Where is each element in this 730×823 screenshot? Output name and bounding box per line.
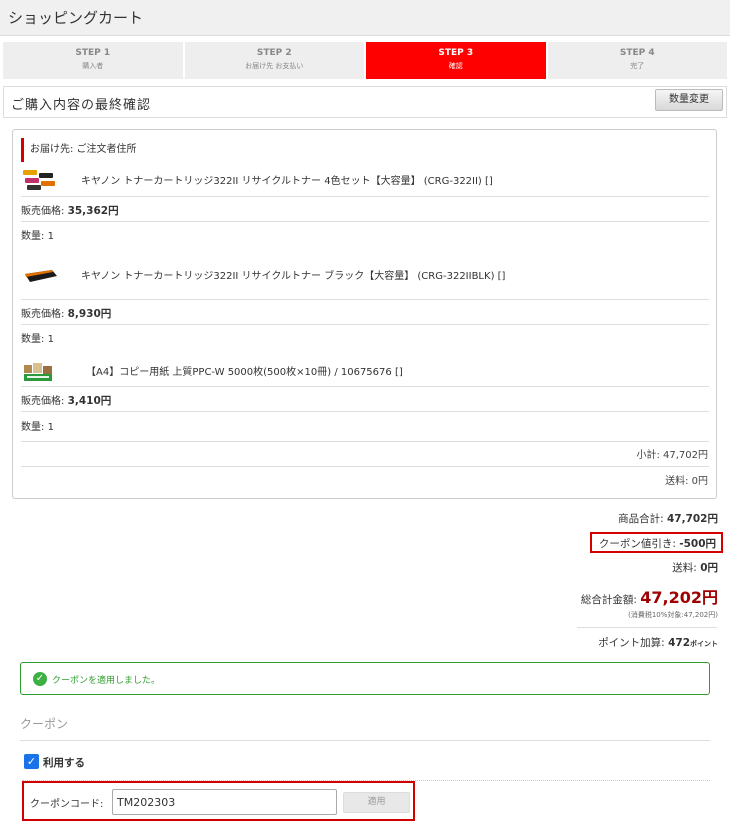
- check-circle-icon: ✓: [33, 672, 47, 686]
- final-confirmation-bar: ご購入内容の最終確認 数量変更: [3, 86, 727, 118]
- coupon-discount-row: クーポン値引き: -500円: [599, 536, 716, 551]
- page-header: ショッピングカート: [0, 0, 730, 36]
- grand-total-label: 総合計金額:: [580, 594, 637, 606]
- price-row: 販売価格: 35,362円: [21, 202, 119, 218]
- coupon-code-highlight: クーポンコード: 適用: [22, 781, 415, 821]
- qty-value: 1: [47, 231, 54, 242]
- divider: [21, 386, 709, 387]
- ship-to-label: お届け先: ご注文者住所: [21, 138, 137, 162]
- cart-shipping: 送料: 0円: [665, 476, 708, 487]
- use-coupon-checkbox[interactable]: ✓: [24, 754, 39, 769]
- qty-row: 数量: 1: [21, 227, 54, 242]
- divider: [21, 466, 709, 467]
- coupon-discount-label: クーポン値引き:: [598, 538, 676, 550]
- qty-label: 数量:: [21, 422, 45, 433]
- price-value: 35,362円: [67, 205, 119, 217]
- product-name-link[interactable]: キヤノン トナーカートリッジ322II リサイクルトナー 4色セット【大容量】 …: [81, 172, 493, 187]
- success-message: クーポンを適用しました。: [52, 676, 161, 686]
- goods-total-row: 商品合計: 47,702円: [618, 511, 718, 526]
- shipping-value: 0円: [700, 562, 718, 574]
- price-label: 販売価格:: [21, 309, 65, 320]
- qty-value: 1: [47, 422, 54, 433]
- price-row: 販売価格: 8,930円: [21, 305, 111, 321]
- price-value: 8,930円: [67, 308, 112, 320]
- qty-label: 数量:: [21, 231, 45, 242]
- divider: [21, 299, 709, 300]
- points-unit: ポイント: [690, 640, 718, 648]
- points-row: ポイント加算: 472ポイント: [598, 635, 718, 650]
- goods-total-value: 47,702円: [666, 513, 718, 525]
- price-label: 販売価格:: [21, 396, 65, 407]
- price-value: 3,410円: [67, 395, 112, 407]
- divider: [20, 740, 710, 741]
- qty-value: 1: [47, 334, 54, 345]
- toner-black-image: [24, 268, 58, 284]
- step-label: 購入者: [82, 62, 104, 70]
- coupon-success-alert: ✓ クーポンを適用しました。: [20, 662, 710, 695]
- divider: [21, 411, 709, 412]
- coupon-code-label: クーポンコード:: [30, 799, 104, 810]
- price-row: 販売価格: 3,410円: [21, 392, 111, 408]
- step-3-active: STEP 3 確認: [366, 42, 546, 79]
- toner-set-image: [23, 170, 55, 190]
- points-label: ポイント加算:: [598, 637, 665, 649]
- grand-total-row: 総合計金額: 47,202円: [581, 584, 718, 608]
- divider: [21, 441, 709, 442]
- subtotal: 小計: 47,702円: [636, 450, 708, 461]
- qty-row: 数量: 1: [21, 418, 54, 433]
- tax-note: (消費税10%対象:47,202円): [628, 611, 718, 619]
- step-2: STEP 2 お届け先 お支払い: [184, 42, 364, 79]
- page-title: ショッピングカート: [8, 9, 144, 27]
- divider: [21, 221, 709, 222]
- step-4: STEP 4 完了: [547, 42, 727, 79]
- grand-total-value: 47,202円: [640, 588, 718, 607]
- step-number: STEP 1: [75, 48, 111, 58]
- apply-coupon-button[interactable]: 適用: [343, 792, 410, 813]
- step-label: 完了: [630, 62, 645, 70]
- step-number: STEP 4: [619, 48, 655, 58]
- points-value: 472: [668, 637, 690, 649]
- step-1: STEP 1 購入者: [3, 42, 183, 79]
- step-label: 確認: [448, 62, 463, 70]
- qty-row: 数量: 1: [21, 330, 54, 345]
- product-name-link[interactable]: 【A4】コピー用紙 上質PPC-W 5000枚(500枚×10冊) / 1067…: [86, 363, 403, 378]
- shipping-label: 送料:: [672, 562, 697, 574]
- step-number: STEP 2: [256, 48, 292, 58]
- divider: [577, 627, 717, 628]
- section-title: ご購入内容の最終確認: [11, 98, 152, 113]
- step-label: お届け先 お支払い: [245, 62, 304, 70]
- product-name-link[interactable]: キヤノン トナーカートリッジ322II リサイクルトナー ブラック【大容量】 (…: [81, 267, 505, 282]
- step-number: STEP 3: [438, 48, 474, 58]
- coupon-code-input[interactable]: [112, 789, 337, 815]
- use-coupon-label[interactable]: 利用する: [43, 755, 85, 770]
- coupon-heading: クーポン: [20, 717, 69, 731]
- goods-total-label: 商品合計:: [618, 513, 664, 525]
- divider: [21, 196, 709, 197]
- price-label: 販売価格:: [21, 206, 65, 217]
- cart-items-box: お届け先: ご注文者住所 キヤノン トナーカートリッジ322II リサイクルトナ…: [12, 129, 717, 499]
- shipping-row: 送料: 0円: [672, 560, 718, 575]
- copy-paper-image: [24, 362, 54, 382]
- qty-label: 数量:: [21, 334, 45, 345]
- divider: [21, 324, 709, 325]
- checkout-steps: STEP 1 購入者 STEP 2 お届け先 お支払い STEP 3 確認 ST…: [3, 42, 727, 79]
- change-quantity-button[interactable]: 数量変更: [655, 89, 723, 111]
- coupon-discount-value: -500円: [679, 538, 716, 550]
